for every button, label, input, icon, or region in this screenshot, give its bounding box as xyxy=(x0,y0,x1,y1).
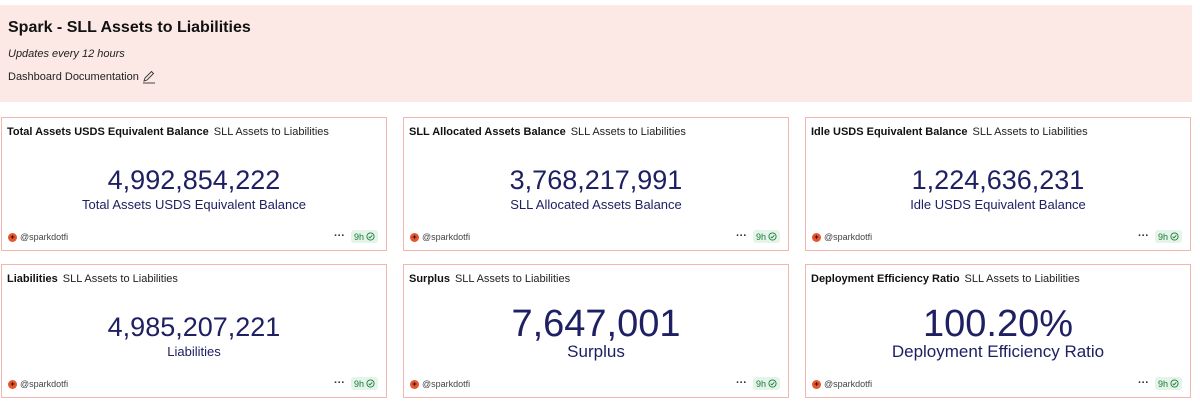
doc-link-label[interactable]: Dashboard Documentation xyxy=(8,71,139,83)
author-handle[interactable]: @sparkdotfi xyxy=(20,232,68,242)
card-query-name[interactable]: SLL Assets to Liabilities xyxy=(571,126,686,138)
card-header: Deployment Efficiency Ratio SLL Assets to… xyxy=(811,273,1080,285)
card-surplus[interactable]: Surplus SLL Assets to Liabilities 7,647,0… xyxy=(403,264,789,398)
card-query-name[interactable]: SLL Assets to Liabilities xyxy=(455,273,570,285)
counter-label: SLL Allocated Assets Balance xyxy=(510,197,682,212)
freshness-badge: 9h xyxy=(752,377,780,390)
card-sll-allocated-assets[interactable]: SLL Allocated Assets Balance SLL Assets t… xyxy=(403,117,789,251)
updated-age: 9h xyxy=(755,231,766,242)
check-circle-icon xyxy=(768,232,777,241)
updated-age: 9h xyxy=(1157,231,1168,242)
more-options-button[interactable]: ··· xyxy=(334,378,345,389)
card-author[interactable]: @sparkdotfi xyxy=(8,232,68,242)
updated-age: 9h xyxy=(1157,378,1168,389)
card-title: Deployment Efficiency Ratio xyxy=(811,273,960,285)
freshness-badge: 9h xyxy=(350,377,378,390)
card-header: Idle USDS Equivalent Balance SLL Assets t… xyxy=(811,126,1088,138)
card-author[interactable]: @sparkdotfi xyxy=(410,379,470,389)
card-author[interactable]: @sparkdotfi xyxy=(8,379,68,389)
card-deployment-efficiency[interactable]: Deployment Efficiency Ratio SLL Assets to… xyxy=(805,264,1191,398)
author-handle[interactable]: @sparkdotfi xyxy=(824,379,872,389)
check-circle-icon xyxy=(1170,232,1179,241)
page-title: Spark - SLL Assets to Liabilities xyxy=(8,19,251,36)
card-query-name[interactable]: SLL Assets to Liabilities xyxy=(965,273,1080,285)
card-title: SLL Allocated Assets Balance xyxy=(409,126,566,138)
more-options-button[interactable]: ··· xyxy=(1138,231,1149,242)
check-circle-icon xyxy=(366,232,375,241)
card-idle-usds[interactable]: Idle USDS Equivalent Balance SLL Assets t… xyxy=(805,117,1191,251)
counter-value: 1,224,636,231 xyxy=(911,165,1085,195)
card-query-name[interactable]: SLL Assets to Liabilities xyxy=(214,126,329,138)
more-options-button[interactable]: ··· xyxy=(334,231,345,242)
card-author[interactable]: @sparkdotfi xyxy=(410,232,470,242)
author-handle[interactable]: @sparkdotfi xyxy=(20,379,68,389)
card-title: Total Assets USDS Equivalent Balance xyxy=(7,126,209,138)
card-author[interactable]: @sparkdotfi xyxy=(812,232,872,242)
updated-age: 9h xyxy=(755,378,766,389)
counter-label: Liabilities xyxy=(167,344,221,359)
freshness-badge: 9h xyxy=(1154,230,1182,243)
author-handle[interactable]: @sparkdotfi xyxy=(422,379,470,389)
updated-age: 9h xyxy=(353,378,364,389)
counter-value: 3,768,217,991 xyxy=(509,165,683,195)
counter-value: 4,985,207,221 xyxy=(107,312,281,342)
card-query-name[interactable]: SLL Assets to Liabilities xyxy=(973,126,1088,138)
card-liabilities[interactable]: Liabilities SLL Assets to Liabilities 4,9… xyxy=(1,264,387,398)
card-total-assets[interactable]: Total Assets USDS Equivalent Balance SLL … xyxy=(1,117,387,251)
counter-label: Idle USDS Equivalent Balance xyxy=(910,197,1086,212)
counter-value: 7,647,001 xyxy=(511,303,681,345)
spark-logo-icon xyxy=(812,232,821,242)
counter-value: 100.20% xyxy=(922,303,1073,345)
counter-label: Deployment Efficiency Ratio xyxy=(891,342,1105,361)
check-circle-icon xyxy=(1170,379,1179,388)
updated-age: 9h xyxy=(353,231,364,242)
freshness-badge: 9h xyxy=(350,230,378,243)
counter-label: Total Assets USDS Equivalent Balance xyxy=(81,197,306,212)
more-options-button[interactable]: ··· xyxy=(1138,378,1149,389)
dashboard-documentation-link[interactable]: Dashboard Documentation xyxy=(8,70,156,84)
more-options-button[interactable]: ··· xyxy=(736,231,747,242)
check-circle-icon xyxy=(768,379,777,388)
card-header: Liabilities SLL Assets to Liabilities xyxy=(7,273,178,285)
card-header: SLL Allocated Assets Balance SLL Assets t… xyxy=(409,126,686,138)
card-title: Idle USDS Equivalent Balance xyxy=(811,126,968,138)
dashboard-header: Spark - SLL Assets to Liabilities Update… xyxy=(0,5,1192,102)
author-handle[interactable]: @sparkdotfi xyxy=(824,232,872,242)
card-query-name[interactable]: SLL Assets to Liabilities xyxy=(63,273,178,285)
card-title: Surplus xyxy=(409,273,450,285)
spark-logo-icon xyxy=(410,379,419,389)
more-options-button[interactable]: ··· xyxy=(736,378,747,389)
freshness-badge: 9h xyxy=(752,230,780,243)
card-header: Total Assets USDS Equivalent Balance SLL … xyxy=(7,126,329,138)
pencil-icon xyxy=(142,70,155,84)
spark-logo-icon xyxy=(8,379,17,389)
counter-value: 4,992,854,222 xyxy=(107,165,281,195)
counter-label: Surplus xyxy=(567,342,625,361)
update-frequency-note: Updates every 12 hours xyxy=(8,48,125,60)
spark-logo-icon xyxy=(410,232,419,242)
freshness-badge: 9h xyxy=(1154,377,1182,390)
spark-logo-icon xyxy=(812,379,821,389)
card-header: Surplus SLL Assets to Liabilities xyxy=(409,273,570,285)
author-handle[interactable]: @sparkdotfi xyxy=(422,232,470,242)
card-author[interactable]: @sparkdotfi xyxy=(812,379,872,389)
spark-logo-icon xyxy=(8,232,17,242)
check-circle-icon xyxy=(366,379,375,388)
card-title: Liabilities xyxy=(7,273,58,285)
